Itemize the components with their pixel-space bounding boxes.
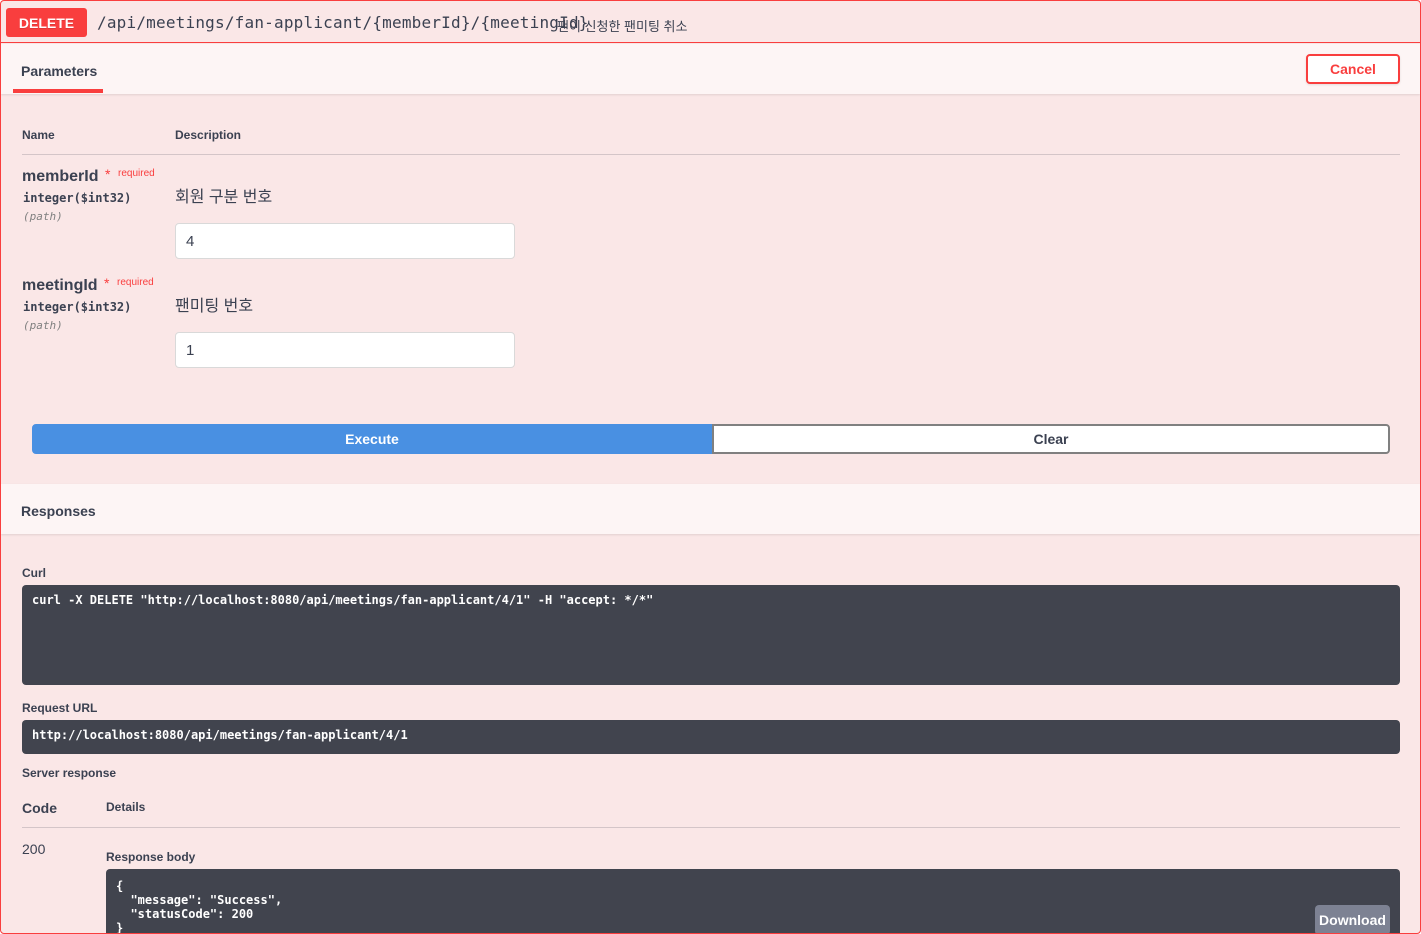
curl-label: Curl — [22, 566, 46, 580]
param-name: memberId — [22, 168, 99, 185]
responses-title: Responses — [21, 503, 96, 519]
tab-underline — [13, 89, 103, 93]
opblock-delete: DELETE /api/meetings/fan-applicant/{memb… — [0, 0, 1421, 934]
request-url-label: Request URL — [22, 701, 98, 715]
required-label: required — [118, 168, 155, 179]
download-button[interactable]: Download — [1315, 905, 1390, 933]
curl-command[interactable]: curl -X DELETE "http://localhost:8080/ap… — [22, 585, 1400, 685]
endpoint-summary: 팬이 신청한 팬미팅 취소 — [557, 19, 688, 34]
param-type: integer($int32) — [23, 191, 132, 205]
meeting-id-input[interactable] — [175, 332, 515, 368]
responses-header: Responses — [1, 484, 1420, 534]
param-type: integer($int32) — [23, 300, 132, 314]
status-code: 200 — [22, 841, 46, 857]
param-description: 회원 구분 번호 — [175, 189, 273, 206]
param-name: meetingId — [22, 277, 98, 294]
tab-parameters[interactable]: Parameters — [21, 63, 97, 79]
param-location: (path) — [23, 319, 63, 332]
col-details-header: Details — [106, 800, 146, 814]
col-description-header: Description — [175, 128, 242, 142]
required-label: required — [117, 277, 154, 288]
member-id-input[interactable] — [175, 223, 515, 259]
col-name-header: Name — [22, 128, 55, 142]
method-badge: DELETE — [6, 8, 87, 37]
execute-button[interactable]: Execute — [32, 424, 712, 454]
required-star: * — [105, 166, 111, 182]
divider — [22, 827, 1400, 828]
divider — [22, 154, 1400, 155]
response-body-label: Response body — [106, 850, 196, 864]
required-star: * — [104, 275, 110, 291]
server-response-label: Server response — [22, 766, 117, 780]
col-code-header: Code — [22, 800, 57, 816]
parameters-header: Parameters — [1, 44, 1420, 94]
param-description: 팬미팅 번호 — [175, 298, 254, 315]
clear-button[interactable]: Clear — [712, 424, 1390, 454]
request-url[interactable]: http://localhost:8080/api/meetings/fan-a… — [22, 720, 1400, 754]
cancel-button[interactable]: Cancel — [1306, 54, 1400, 84]
endpoint-path: /api/meetings/fan-applicant/{memberId}/{… — [97, 13, 589, 32]
response-body[interactable]: { "message": "Success", "statusCode": 20… — [106, 869, 1400, 933]
opblock-summary[interactable]: DELETE /api/meetings/fan-applicant/{memb… — [1, 1, 1420, 43]
param-location: (path) — [23, 210, 63, 223]
